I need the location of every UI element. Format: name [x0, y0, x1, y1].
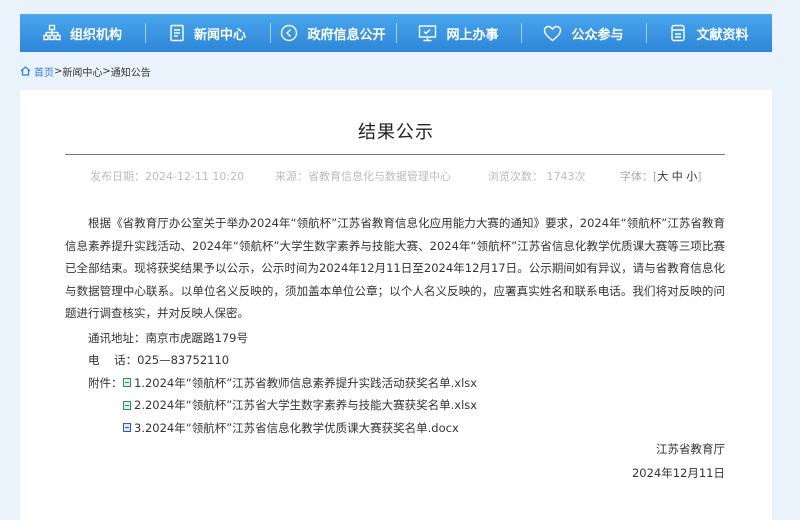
breadcrumb-home-link[interactable]: 首页: [34, 64, 54, 79]
attachment-name[interactable]: 3.2024年“领航杯”江苏省信息化教学优质课大赛获奖名单.docx: [134, 417, 459, 440]
excel-file-icon: [123, 378, 131, 388]
breadcrumb-separator: >: [102, 65, 111, 77]
nav-item-organization[interactable]: 组织机构: [20, 14, 145, 52]
attachment-link[interactable]: 3.2024年“领航杯”江苏省信息化教学优质课大赛获奖名单.docx: [123, 417, 459, 440]
font-size-switcher: 字体：[大 中 小]: [620, 168, 702, 184]
contact-phone: 电 话：025—83752110: [88, 353, 230, 367]
attachment-row: 3.2024年“领航杯”江苏省信息化教学优质课大赛获奖名单.docx: [65, 417, 725, 440]
excel-file-icon: [123, 400, 131, 410]
article-source: 来源：省教育信息化与数据管理中心: [275, 170, 451, 183]
nav-item-online-service[interactable]: 网上办事: [396, 14, 521, 52]
attachment-link[interactable]: 1.2024年“领航杯”江苏省教师信息素养提升实践活动获奖名单.xlsx: [123, 372, 477, 395]
font-size-bracket: ]: [697, 170, 702, 183]
article-paragraph: 根据《省教育厅办公室关于举办2024年“领航杯”江苏省教育信息化应用能力大赛的通…: [65, 216, 725, 320]
breadcrumb-news-link[interactable]: 新闻中心: [62, 64, 102, 79]
signature-date: 2024年12月11日: [631, 466, 725, 480]
breadcrumb-separator: >: [54, 65, 63, 77]
attachment-row: 附件： 1.2024年“领航杯”江苏省教师信息素养提升实践活动获奖名单.xlsx: [65, 372, 725, 395]
font-size-large[interactable]: 大: [657, 170, 668, 183]
attachment-link[interactable]: 2.2024年“领航杯”江苏省大学生数字素养与技能大赛获奖名单.xlsx: [123, 394, 477, 417]
main-nav: 组织机构 新闻中心 政府信息公开 网上办事 公众参与 文献资料: [20, 14, 772, 52]
nav-item-public-participation[interactable]: 公众参与: [521, 14, 646, 52]
article-body: 根据《省教育厅办公室关于举办2024年“领航杯”江苏省教育信息化应用能力大赛的通…: [65, 212, 725, 439]
view-count: 浏览次数： 1743次: [488, 170, 586, 183]
nav-label: 公众参与: [571, 27, 624, 43]
word-file-icon: [123, 423, 131, 433]
title-divider: [65, 154, 725, 155]
breadcrumb-notice-link[interactable]: 通知公告: [111, 64, 151, 79]
publish-date: 发布日期：2024-12-11 10:20: [90, 170, 245, 183]
nav-item-documents[interactable]: 文献资料: [646, 14, 772, 52]
info-open-icon: [281, 24, 298, 42]
news-icon: [170, 24, 184, 42]
attachment-name[interactable]: 1.2024年“领航杯”江苏省教师信息素养提升实践活动获奖名单.xlsx: [134, 372, 477, 395]
attachment-row: 2.2024年“领航杯”江苏省大学生数字素养与技能大赛获奖名单.xlsx: [65, 394, 725, 417]
attachment-name[interactable]: 2.2024年“领航杯”江苏省大学生数字素养与技能大赛获奖名单.xlsx: [134, 394, 477, 417]
home-icon: [20, 66, 31, 76]
nav-label: 政府信息公开: [307, 27, 386, 43]
signature: 江苏省教育厅: [656, 442, 725, 456]
nav-item-gov-info[interactable]: 政府信息公开: [270, 14, 396, 52]
documents-icon: [671, 24, 686, 42]
article-panel: 结果公示 发布日期：2024-12-11 10:20 来源：省教育信息化与数据管…: [20, 90, 772, 520]
font-size-small[interactable]: 小: [686, 170, 697, 183]
article-meta: 发布日期：2024-12-11 10:20 来源：省教育信息化与数据管理中心 浏…: [20, 168, 772, 184]
font-size-medium[interactable]: 中: [672, 170, 683, 183]
nav-item-news[interactable]: 新闻中心: [145, 14, 270, 52]
nav-label: 新闻中心: [193, 27, 246, 43]
breadcrumb: 首页 > 新闻中心 > 通知公告: [20, 63, 151, 79]
attachments-label: 附件：: [88, 375, 123, 390]
nav-label: 文献资料: [696, 27, 749, 43]
org-chart-icon: [43, 24, 61, 41]
nav-label: 网上办事: [446, 27, 499, 43]
contact-address: 通讯地址：南京市虎踞路179号: [88, 330, 248, 345]
nav-label: 组织机构: [69, 27, 122, 43]
monitor-icon: [419, 25, 437, 42]
font-size-label: 字体：[: [620, 170, 658, 183]
article-title: 结果公示: [358, 122, 434, 143]
heart-icon: [544, 25, 562, 41]
